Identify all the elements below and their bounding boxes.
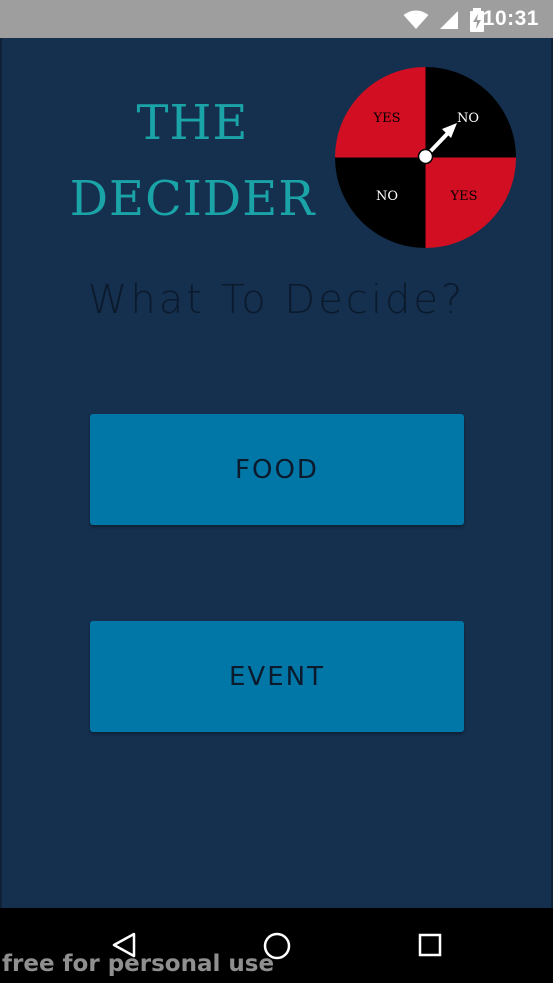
watermark: free for personal use [2, 951, 275, 977]
wifi-icon [403, 10, 429, 29]
wheel-label-yes-bottom: YES [450, 189, 478, 204]
app-title-line-1: THE [136, 95, 249, 151]
food-button[interactable]: FOOD [90, 414, 464, 525]
signal-icon [440, 11, 458, 29]
status-icons [403, 8, 485, 32]
decision-wheel: YES NO YES NO [335, 67, 516, 248]
event-button[interactable]: EVENT [90, 621, 464, 732]
app-title-line-2: DECIDER [69, 171, 316, 227]
wheel-label-no-top: NO [457, 111, 479, 126]
wheel-label-no-bottom: NO [376, 189, 398, 204]
status-time: 10:31 [482, 7, 539, 30]
wheel-label-yes-top: YES [373, 111, 401, 126]
app-title: THE DECIDER [0, 85, 385, 237]
recents-icon[interactable] [418, 933, 442, 957]
app-screen: 10:31 THE DECIDER YES NO YES NO What To … [0, 0, 553, 983]
question-heading: What To Decide? [87, 277, 466, 323]
status-bar: 10:31 [0, 0, 553, 38]
